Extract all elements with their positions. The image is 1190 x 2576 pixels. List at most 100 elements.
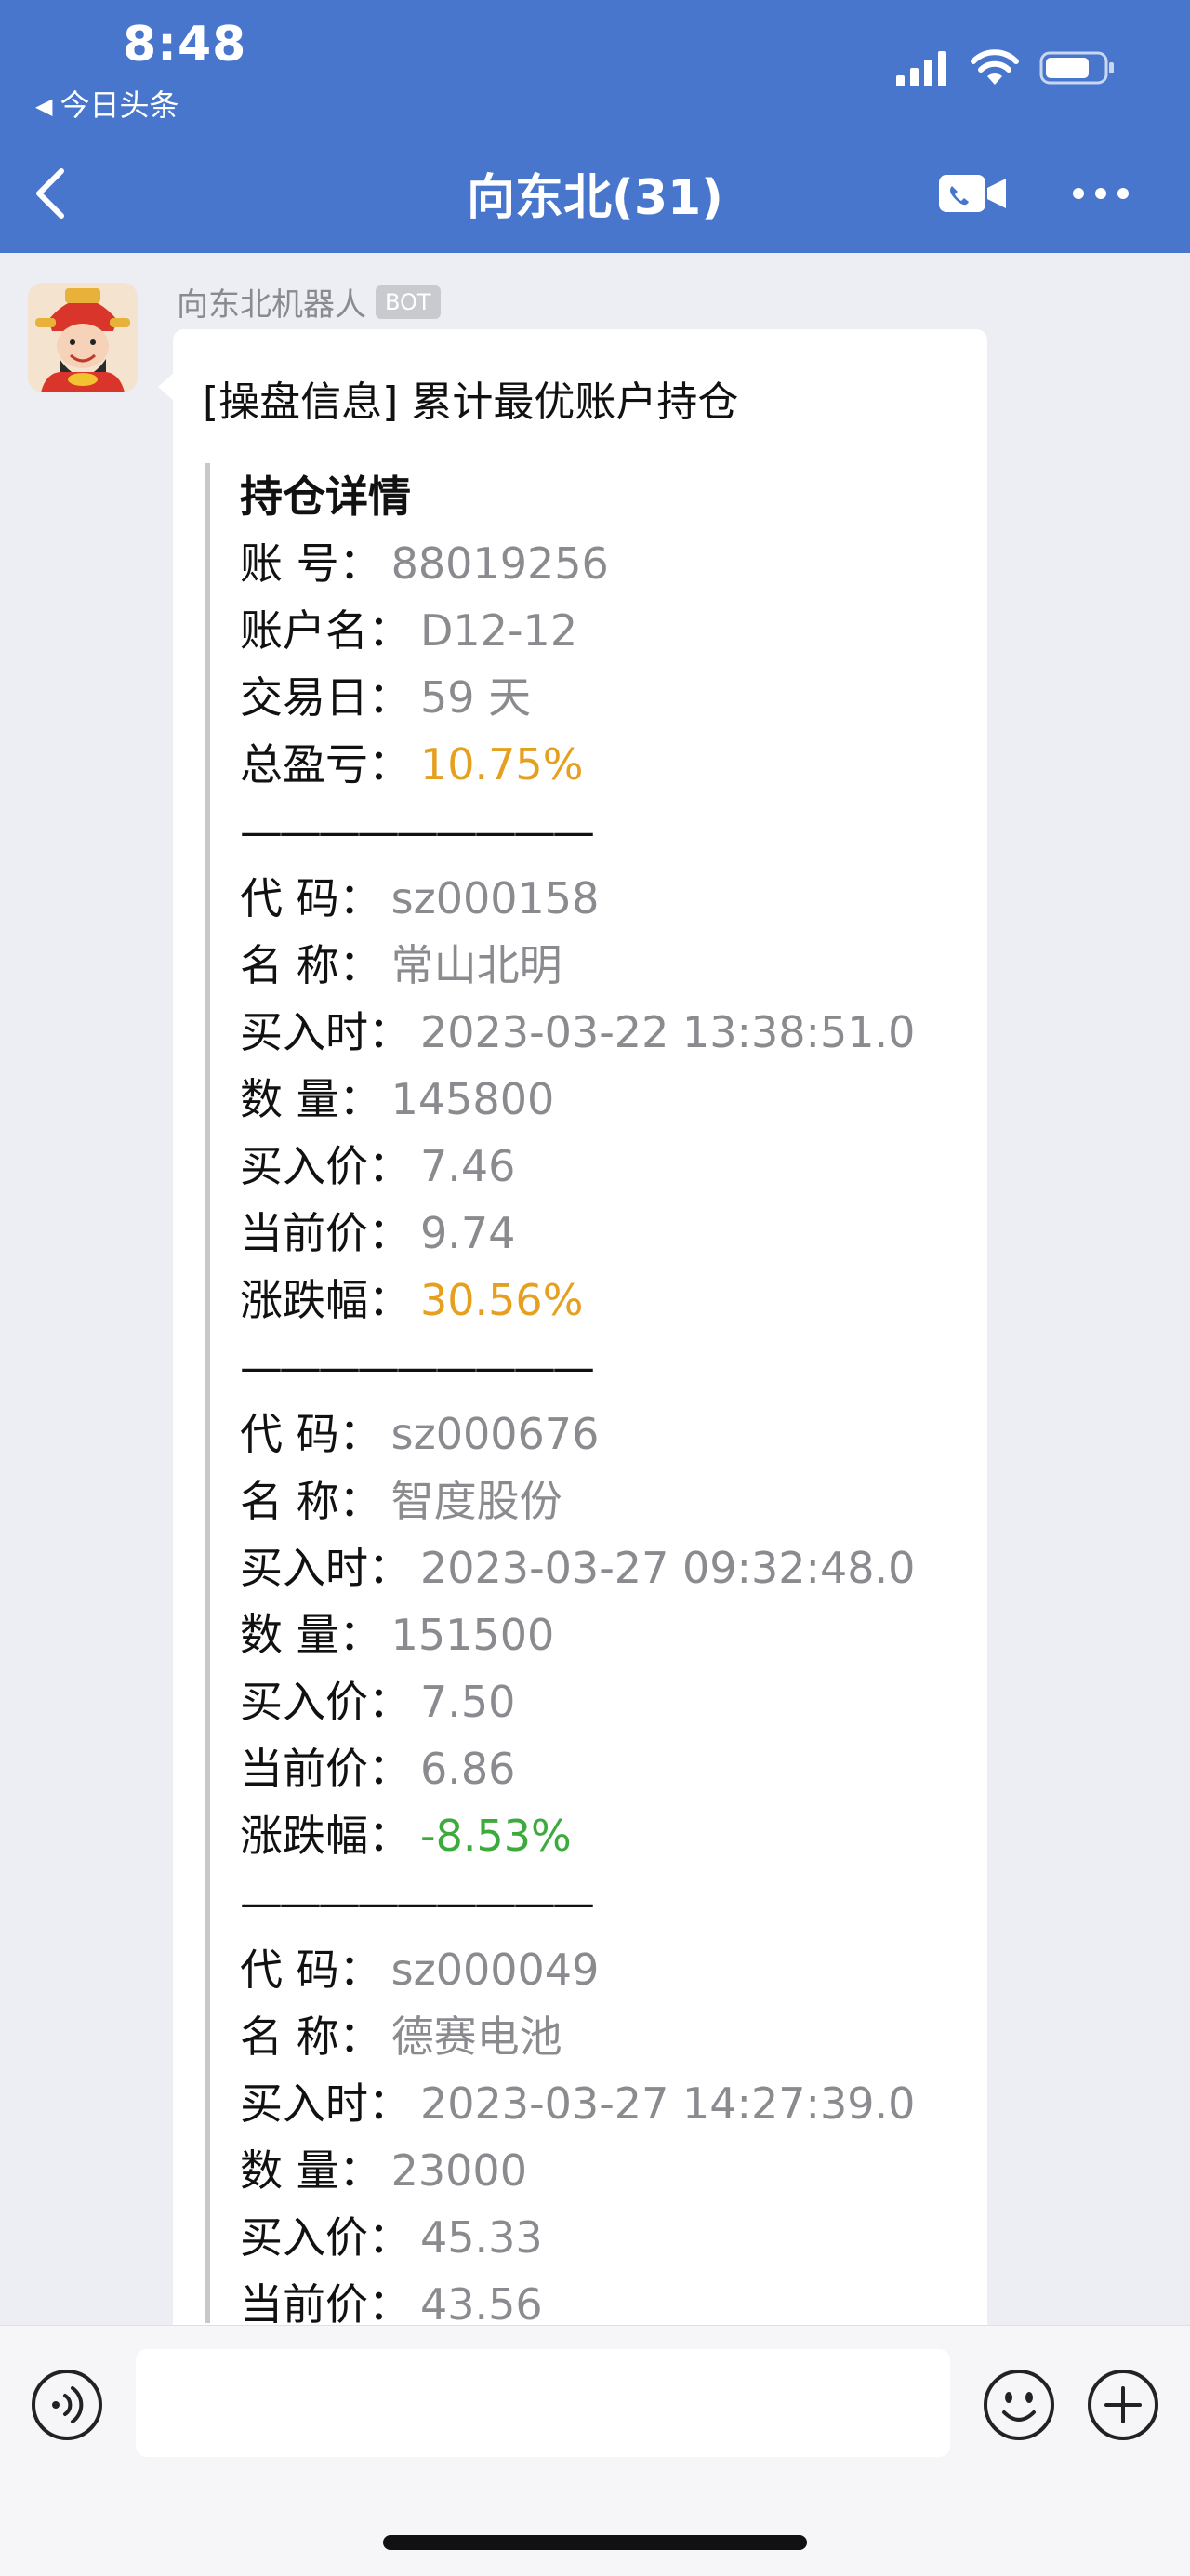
- holding-name: 常山北明: [390, 940, 562, 990]
- sender-name: 向东北机器人: [177, 286, 366, 324]
- holding-buy-time-row: 买入时： 2023-03-27 14:27:39.0: [240, 2070, 946, 2137]
- change-label: 涨跌幅：: [240, 1275, 411, 1325]
- holding-code: sz000676: [390, 1409, 600, 1459]
- code-label: 代 码：: [240, 1945, 382, 1995]
- holding-buy-time-row: 买入时： 2023-03-22 13:38:51.0: [240, 999, 946, 1066]
- holding-buy-price-row: 买入价： 45.33: [240, 2204, 946, 2271]
- cur-price-label: 当前价：: [240, 2279, 411, 2330]
- buy-price-label: 买入价：: [240, 1677, 411, 1727]
- holding-cur-price: 43.56: [420, 2279, 543, 2330]
- holding-change: 30.56%: [420, 1275, 584, 1325]
- code-label: 代 码：: [240, 1409, 382, 1459]
- holding-buy-time: 2023-03-22 13:38:51.0: [420, 1007, 916, 1057]
- name-label: 名 称：: [240, 940, 382, 990]
- bot-badge: BOT: [376, 285, 441, 319]
- account-name-label: 账户名：: [240, 605, 411, 656]
- holding-buy-price-row: 买入价： 7.46: [240, 1133, 946, 1200]
- message-input[interactable]: [136, 2349, 950, 2457]
- holding-name-row: 名 称： 常山北明: [240, 932, 946, 999]
- trade-days-row: 交易日： 59 天: [240, 664, 946, 731]
- holding-name-row: 名 称： 智度股份: [240, 1467, 946, 1534]
- quote-bar: [205, 463, 210, 2323]
- holding-code-row: 代 码： sz000049: [240, 1936, 946, 2003]
- holding-buy-time-row: 买入时： 2023-03-27 09:32:48.0: [240, 1534, 946, 1601]
- wifi-icon: [971, 49, 1019, 85]
- buy-price-label: 买入价：: [240, 2212, 411, 2263]
- plus-icon[interactable]: [1086, 2368, 1160, 2442]
- trade-days-label: 交易日：: [240, 672, 411, 723]
- holdings-detail: 持仓详情 账 号： 88019256 账户名： D12-12 交易日： 59 天 总盈…: [240, 463, 946, 2338]
- buy-time-label: 买入时：: [240, 2078, 411, 2129]
- detail-heading: 持仓详情: [240, 471, 411, 522]
- holding-code-row: 代 码： sz000676: [240, 1401, 946, 1467]
- holding-cur-price-row: 当前价： 6.86: [240, 1735, 946, 1802]
- voice-icon[interactable]: [30, 2368, 104, 2442]
- back-triangle-icon: ◀: [35, 93, 53, 119]
- status-icons: [894, 45, 1116, 91]
- back-app-label: 今日头条: [60, 87, 179, 123]
- separator: —————————: [240, 798, 946, 865]
- holding-qty-row: 数 量： 23000: [240, 2137, 946, 2204]
- total-pl-row: 总盈亏： 10.75%: [240, 731, 946, 798]
- holding-name-row: 名 称： 德赛电池: [240, 2003, 946, 2070]
- trade-days-value: 59 天: [420, 672, 532, 723]
- holding-qty: 145800: [390, 1074, 555, 1124]
- account-name-value: D12-12: [420, 605, 578, 656]
- holding-code-row: 代 码： sz000158: [240, 865, 946, 932]
- holding-buy-price: 45.33: [420, 2212, 543, 2263]
- code-label: 代 码：: [240, 873, 382, 923]
- buy-price-label: 买入价：: [240, 1141, 411, 1191]
- chat-title: 向东北(31): [467, 170, 723, 226]
- name-label: 名 称：: [240, 1476, 382, 1526]
- holding-cur-price: 6.86: [420, 1744, 516, 1794]
- holding-change-row: 涨跌幅： -8.53%: [240, 1802, 946, 1869]
- qty-label: 数 量：: [240, 1074, 382, 1124]
- caishen-avatar-icon: [28, 283, 138, 392]
- more-icon[interactable]: [1071, 186, 1130, 201]
- qty-label: 数 量：: [240, 1610, 382, 1660]
- holding-code: sz000049: [390, 1945, 600, 1995]
- home-indicator[interactable]: [383, 2535, 807, 2550]
- holding-cur-price-row: 当前价： 9.74: [240, 1200, 946, 1267]
- message-title: [操盘信息] 累计最优账户持仓: [203, 378, 739, 426]
- buy-time-label: 买入时：: [240, 1543, 411, 1593]
- qty-label: 数 量：: [240, 2145, 382, 2196]
- holding-buy-time: 2023-03-27 14:27:39.0: [420, 2078, 916, 2129]
- account-name-row: 账户名： D12-12: [240, 597, 946, 664]
- signal-icon: [896, 51, 946, 86]
- video-call-icon[interactable]: [937, 173, 1008, 214]
- separator: —————————: [240, 1334, 946, 1401]
- bot-avatar[interactable]: [28, 283, 138, 392]
- account-no-value: 88019256: [390, 538, 609, 589]
- holding-buy-price: 7.46: [420, 1141, 516, 1191]
- holding-qty: 23000: [390, 2145, 527, 2196]
- change-label: 涨跌幅：: [240, 1811, 411, 1861]
- cur-price-label: 当前价：: [240, 1208, 411, 1258]
- total-pl-label: 总盈亏：: [240, 739, 411, 790]
- separator-line: —————————: [240, 806, 595, 856]
- holding-cur-price: 9.74: [420, 1208, 516, 1258]
- account-no-label: 账 号：: [240, 538, 382, 589]
- emoji-icon[interactable]: [982, 2368, 1056, 2442]
- separator-line: —————————: [240, 1878, 595, 1928]
- holding-buy-price: 7.50: [420, 1677, 516, 1727]
- cur-price-label: 当前价：: [240, 1744, 411, 1794]
- separator-line: —————————: [240, 1342, 595, 1392]
- separator: —————————: [240, 1869, 946, 1936]
- status-time: 8:48: [123, 17, 247, 73]
- total-pl-value: 10.75%: [420, 739, 584, 790]
- holding-buy-time: 2023-03-27 09:32:48.0: [420, 1543, 916, 1593]
- holding-qty-row: 数 量： 145800: [240, 1066, 946, 1133]
- name-label: 名 称：: [240, 2012, 382, 2062]
- holding-qty: 151500: [390, 1610, 555, 1660]
- battery-icon: [1039, 51, 1114, 85]
- holding-qty-row: 数 量： 151500: [240, 1601, 946, 1668]
- holding-code: sz000158: [390, 873, 600, 923]
- holding-name: 德赛电池: [390, 2012, 562, 2062]
- buy-time-label: 买入时：: [240, 1007, 411, 1057]
- holding-change-row: 涨跌幅： 30.56%: [240, 1267, 946, 1334]
- account-no-row: 账 号： 88019256: [240, 530, 946, 597]
- holding-change: -8.53%: [420, 1811, 572, 1861]
- back-to-app-link[interactable]: ◀ 今日头条: [35, 82, 178, 125]
- top-header: 8:48 ◀ 今日头条 向东北(31): [0, 0, 1190, 253]
